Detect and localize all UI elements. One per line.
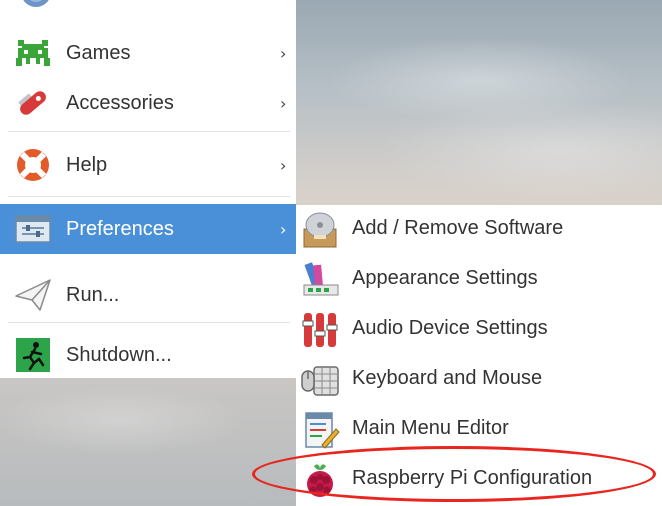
submenu-item-add-remove-software[interactable]: Add / Remove Software: [296, 205, 662, 255]
submenu-item-audio-device-settings[interactable]: Audio Device Settings: [296, 305, 662, 355]
partial-top-icon: [18, 0, 54, 12]
chevron-right-icon: ›: [280, 155, 287, 175]
menu-separator: [8, 322, 290, 323]
menu-item-preferences[interactable]: Preferences ›: [0, 204, 296, 254]
preferences-icon: [14, 211, 52, 247]
submenu-item-raspberry-pi-configuration[interactable]: Raspberry Pi Configuration: [296, 455, 662, 505]
menu-item-accessories[interactable]: Accessories ›: [0, 78, 296, 128]
chevron-right-icon: ›: [280, 43, 287, 63]
add-remove-software-icon: [300, 211, 340, 249]
menu-item-label: Games: [66, 41, 131, 64]
menu-item-label: Accessories: [66, 91, 174, 114]
submenu-item-label: Main Menu Editor: [352, 417, 509, 439]
run-icon: [14, 277, 52, 313]
menu-item-label: Help: [66, 153, 108, 176]
shutdown-icon: [14, 337, 52, 373]
help-icon: [14, 147, 52, 183]
preferences-submenu: Add / Remove Software Appearance Setting…: [296, 205, 662, 506]
audio-device-settings-icon: [300, 311, 340, 349]
accessories-icon: [14, 85, 52, 121]
menu-item-run[interactable]: Run...: [0, 270, 296, 320]
chevron-right-icon: ›: [280, 93, 287, 113]
menu-item-games[interactable]: Games ›: [0, 28, 296, 78]
raspberry-pi-icon: [300, 461, 340, 499]
submenu-item-label: Audio Device Settings: [352, 317, 548, 339]
main-menu-editor-icon: [300, 411, 340, 449]
menu-separator: [8, 196, 290, 197]
submenu-item-label: Appearance Settings: [352, 267, 538, 289]
submenu-item-label: Add / Remove Software: [352, 217, 564, 239]
menu-item-help[interactable]: Help ›: [0, 140, 296, 190]
appearance-settings-icon: [300, 261, 340, 299]
games-icon: [14, 35, 52, 71]
keyboard-mouse-icon: [300, 361, 340, 399]
submenu-item-label: Raspberry Pi Configuration: [352, 467, 593, 489]
submenu-item-keyboard-and-mouse[interactable]: Keyboard and Mouse: [296, 355, 662, 405]
submenu-item-appearance-settings[interactable]: Appearance Settings: [296, 255, 662, 305]
submenu-item-label: Keyboard and Mouse: [352, 367, 543, 389]
menu-item-label: Shutdown...: [66, 343, 172, 366]
menu-item-label: Preferences: [66, 217, 174, 240]
menu-item-label: Run...: [66, 283, 120, 306]
main-menu: Games › Accessories › Help › Preferences…: [0, 0, 296, 378]
chevron-right-icon: ›: [280, 219, 287, 239]
menu-separator: [8, 131, 290, 132]
submenu-item-main-menu-editor[interactable]: Main Menu Editor: [296, 405, 662, 455]
menu-item-shutdown[interactable]: Shutdown...: [0, 330, 296, 380]
